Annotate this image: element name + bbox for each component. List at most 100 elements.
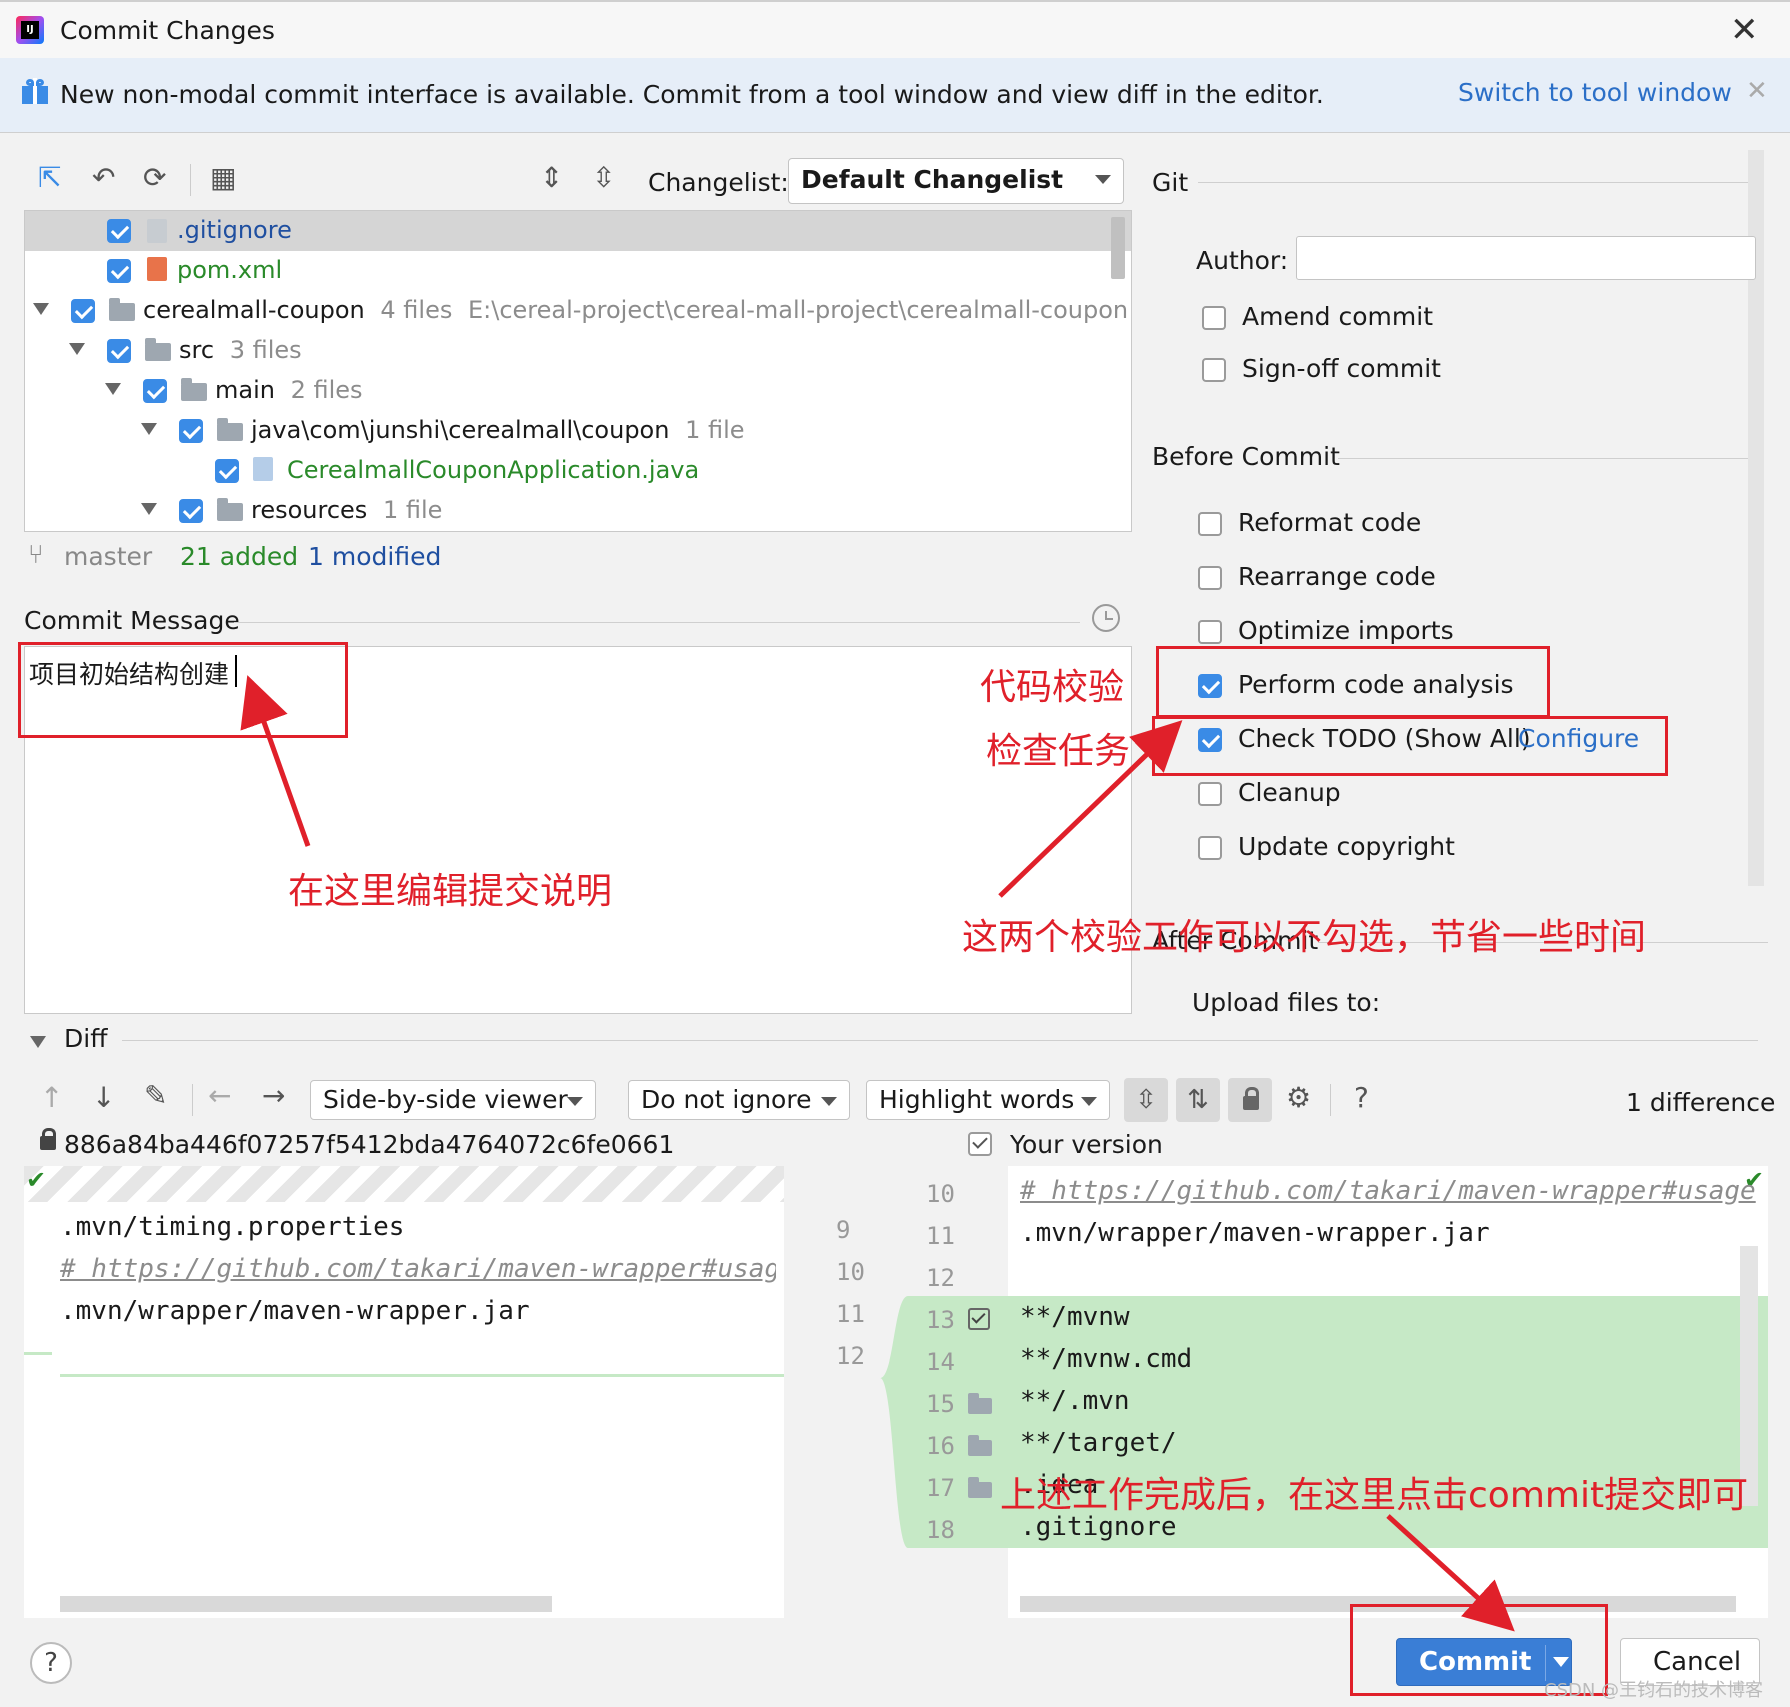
tree-row-checkbox[interactable]	[107, 259, 131, 283]
tree-row-checkbox[interactable]	[71, 299, 95, 323]
highlight-mode-dropdown[interactable]: Highlight words	[866, 1080, 1110, 1120]
changelist-dropdown[interactable]: Default Changelist	[788, 158, 1124, 204]
git-section-title: Git	[1152, 168, 1189, 197]
help-icon[interactable]: ?	[1354, 1084, 1369, 1112]
group-by-icon[interactable]: ▦	[210, 164, 236, 192]
reformat-code-checkbox[interactable]	[1198, 512, 1222, 536]
update-copyright-label: Update copyright	[1238, 832, 1455, 861]
viewer-mode-dropdown[interactable]: Side-by-side viewer	[310, 1080, 596, 1120]
amend-commit-checkbox[interactable]	[1202, 306, 1226, 330]
collapse-unchanged-icon[interactable]: ⇳	[1124, 1078, 1168, 1122]
left-line-number: 12	[836, 1342, 865, 1370]
annotation-box-todo	[1152, 716, 1668, 776]
signoff-commit-checkbox[interactable]	[1202, 358, 1226, 382]
branch-name: master	[64, 542, 153, 571]
ok-check-icon: ✔	[26, 1166, 47, 1194]
tree-row-checkbox[interactable]	[107, 219, 131, 243]
diff-section-title: Diff	[64, 1024, 108, 1053]
diff-collapse-arrow-icon[interactable]	[30, 1036, 46, 1048]
amend-commit-label: Amend commit	[1242, 302, 1433, 331]
expand-arrow-icon[interactable]	[141, 423, 157, 435]
sync-scroll-icon[interactable]: ⇅	[1176, 1078, 1220, 1122]
close-icon[interactable]: ✕	[1730, 10, 1759, 50]
left-line-number: 10	[836, 1258, 865, 1286]
folder-icon	[968, 1393, 992, 1414]
right-code-line: **/mvnw	[1020, 1302, 1130, 1332]
tree-item-pom[interactable]: pom.xml	[177, 256, 282, 284]
expand-arrow-icon[interactable]	[33, 303, 49, 315]
tree-item-java-file[interactable]: CerealmallCouponApplication.java	[287, 456, 699, 484]
refresh-icon[interactable]: ⟳	[143, 164, 166, 192]
tree-item-main[interactable]: main 2 files	[215, 376, 363, 404]
folder-icon	[145, 338, 171, 361]
cancel-button-label: Cancel	[1653, 1647, 1742, 1677]
expand-arrow-icon[interactable]	[69, 343, 85, 355]
expand-arrow-icon[interactable]	[105, 383, 121, 395]
tree-row-checkbox[interactable]	[179, 419, 203, 443]
expand-all-icon[interactable]: ⇕	[540, 164, 563, 192]
left-revision-hash: 886a84ba446f07257f5412bda4764072c6fe0661	[64, 1130, 675, 1159]
annotation-box-message	[18, 642, 348, 738]
tree-item-gitignore[interactable]: .gitignore	[177, 216, 292, 244]
left-code-line: # https://github.com/takari/maven-wrappe…	[60, 1254, 776, 1284]
tree-row-checkbox[interactable]	[215, 459, 239, 483]
tree-item-package[interactable]: java\com\junshi\cerealmall\coupon 1 file	[251, 416, 745, 444]
history-clock-icon[interactable]	[1092, 604, 1120, 632]
tree-row-checkbox[interactable]	[179, 499, 203, 523]
modified-count[interactable]: 1 modified	[308, 542, 441, 571]
help-button[interactable]: ?	[30, 1642, 72, 1684]
rollback-icon[interactable]: ↶	[92, 164, 115, 192]
update-copyright-checkbox[interactable]	[1198, 836, 1222, 860]
rearrange-code-checkbox[interactable]	[1198, 566, 1222, 590]
tree-item-src[interactable]: src 3 files	[179, 336, 302, 364]
whitespace-ignore-dropdown[interactable]: Do not ignore	[628, 1080, 850, 1120]
banner-close-icon[interactable]: ✕	[1746, 76, 1768, 106]
lock-icon[interactable]	[1228, 1078, 1272, 1122]
diff-right-pane[interactable]: ✔ # https://github.com/takari/maven-wrap…	[1008, 1166, 1768, 1618]
cleanup-checkbox[interactable]	[1198, 782, 1222, 806]
expand-arrow-icon[interactable]	[141, 503, 157, 515]
settings-gear-icon[interactable]: ⚙	[1286, 1084, 1311, 1112]
right-line-number: 12	[926, 1264, 955, 1292]
changelist-label: Changelist:	[648, 168, 789, 197]
right-line-number: 11	[926, 1222, 955, 1250]
annotation-box-analysis	[1156, 646, 1550, 718]
edit-source-icon[interactable]: ✎	[144, 1082, 167, 1110]
right-code-line: **/target/	[1020, 1428, 1177, 1458]
left-horizontal-scrollbar[interactable]	[60, 1596, 552, 1612]
optimize-imports-label: Optimize imports	[1238, 616, 1454, 645]
window-title: Commit Changes	[60, 16, 275, 45]
diff-gutter: 9 10 11 12 10 11 12 13 14 15 16 17 18	[784, 1166, 1008, 1618]
tree-row-checkbox[interactable]	[143, 379, 167, 403]
added-count[interactable]: 21 added	[180, 542, 298, 571]
folded-region-zigzag	[24, 1166, 784, 1202]
previous-difference-icon[interactable]: ↑	[40, 1084, 63, 1112]
next-difference-icon[interactable]: ↓	[92, 1084, 115, 1112]
left-code-line: .mvn/wrapper/maven-wrapper.jar	[60, 1296, 530, 1326]
right-line-number: 13	[926, 1306, 955, 1334]
show-diff-icon[interactable]: ⇱	[38, 164, 61, 192]
tree-scrollbar[interactable]	[1111, 217, 1125, 279]
right-line-number: 10	[926, 1180, 955, 1208]
switch-to-tool-window-link[interactable]: Switch to tool window	[1458, 78, 1732, 107]
watermark-text: CSDN @王钧石的技术博客	[1544, 1680, 1764, 1701]
optimize-imports-checkbox[interactable]	[1198, 620, 1222, 644]
author-input[interactable]	[1296, 236, 1756, 280]
gift-icon	[22, 78, 48, 104]
folder-icon	[217, 498, 243, 521]
tree-row-checkbox[interactable]	[107, 339, 131, 363]
tree-item-resources[interactable]: resources 1 file	[251, 496, 442, 524]
next-file-icon[interactable]: →	[262, 1082, 285, 1110]
app-icon: IJ	[16, 16, 44, 44]
right-line-number: 16	[926, 1432, 955, 1460]
right-code-line: # https://github.com/takari/maven-wrappe…	[1020, 1176, 1756, 1206]
signoff-commit-label: Sign-off commit	[1242, 354, 1441, 383]
collapse-all-icon[interactable]: ⇳	[592, 164, 615, 192]
diff-left-pane[interactable]: ✔ .mvn/timing.properties # https://githu…	[24, 1166, 784, 1618]
previous-file-icon[interactable]: ←	[208, 1082, 231, 1110]
right-code-line: **/mvnw.cmd	[1020, 1344, 1193, 1374]
tree-item-module[interactable]: cerealmall-coupon 4 files E:\cereal-proj…	[143, 296, 1128, 324]
right-code-line: **/.mvn	[1020, 1386, 1130, 1416]
upload-files-label: Upload files to:	[1192, 988, 1381, 1017]
folder-icon	[181, 378, 207, 401]
